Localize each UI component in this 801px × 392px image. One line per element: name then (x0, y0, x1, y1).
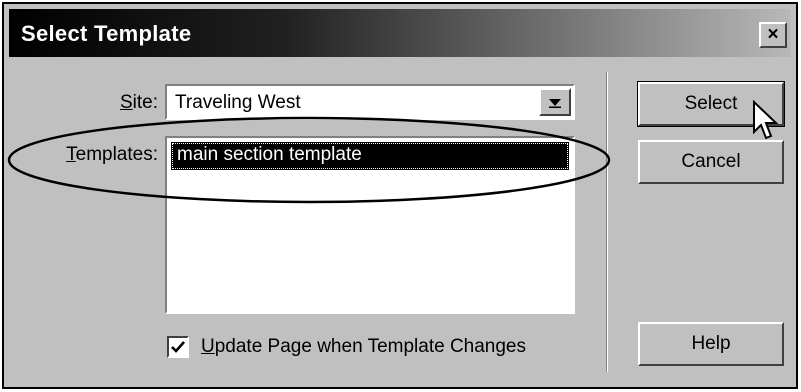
site-select[interactable]: Traveling West (165, 84, 575, 120)
close-button[interactable]: × (759, 22, 787, 48)
site-dropdown-button[interactable] (539, 88, 571, 116)
close-icon: × (767, 24, 779, 45)
checkmark-icon (171, 341, 185, 353)
vertical-separator (606, 72, 608, 372)
templates-label-accel: T (66, 144, 76, 165)
chevron-down-icon (549, 99, 561, 108)
templates-label: Templates: (24, 144, 158, 166)
update-label-rest: pdate Page when Template Changes (214, 336, 526, 357)
site-select-value: Traveling West (175, 92, 301, 113)
templates-list[interactable]: main section template (165, 136, 575, 314)
title-bar[interactable]: Select Template × (9, 9, 791, 57)
update-checkbox[interactable] (167, 336, 189, 358)
update-label-accel: U (201, 336, 215, 357)
templates-label-rest: emplates: (75, 144, 158, 165)
dialog-title: Select Template (21, 21, 192, 46)
site-label-rest: ite: (132, 92, 158, 113)
help-button[interactable]: Help (638, 322, 784, 366)
template-list-item[interactable]: main section template (171, 142, 569, 170)
site-label: Site: (64, 92, 158, 114)
site-label-accel: S (119, 92, 133, 113)
update-checkbox-label: Update Page when Template Changes (201, 336, 526, 358)
select-template-dialog: Select Template × Site: Traveling West T… (2, 2, 798, 389)
cancel-button[interactable]: Cancel (638, 140, 784, 184)
mouse-pointer-icon (753, 100, 779, 140)
